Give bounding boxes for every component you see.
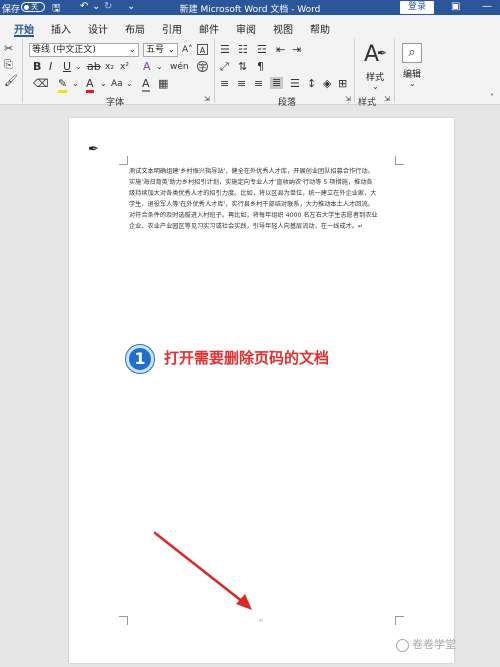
annotation-arrow <box>153 531 252 610</box>
watermark: 卷卷学堂 <box>396 636 456 652</box>
watermark-text: 卷卷学堂 <box>412 638 456 651</box>
watermark-logo-icon <box>396 638 409 652</box>
